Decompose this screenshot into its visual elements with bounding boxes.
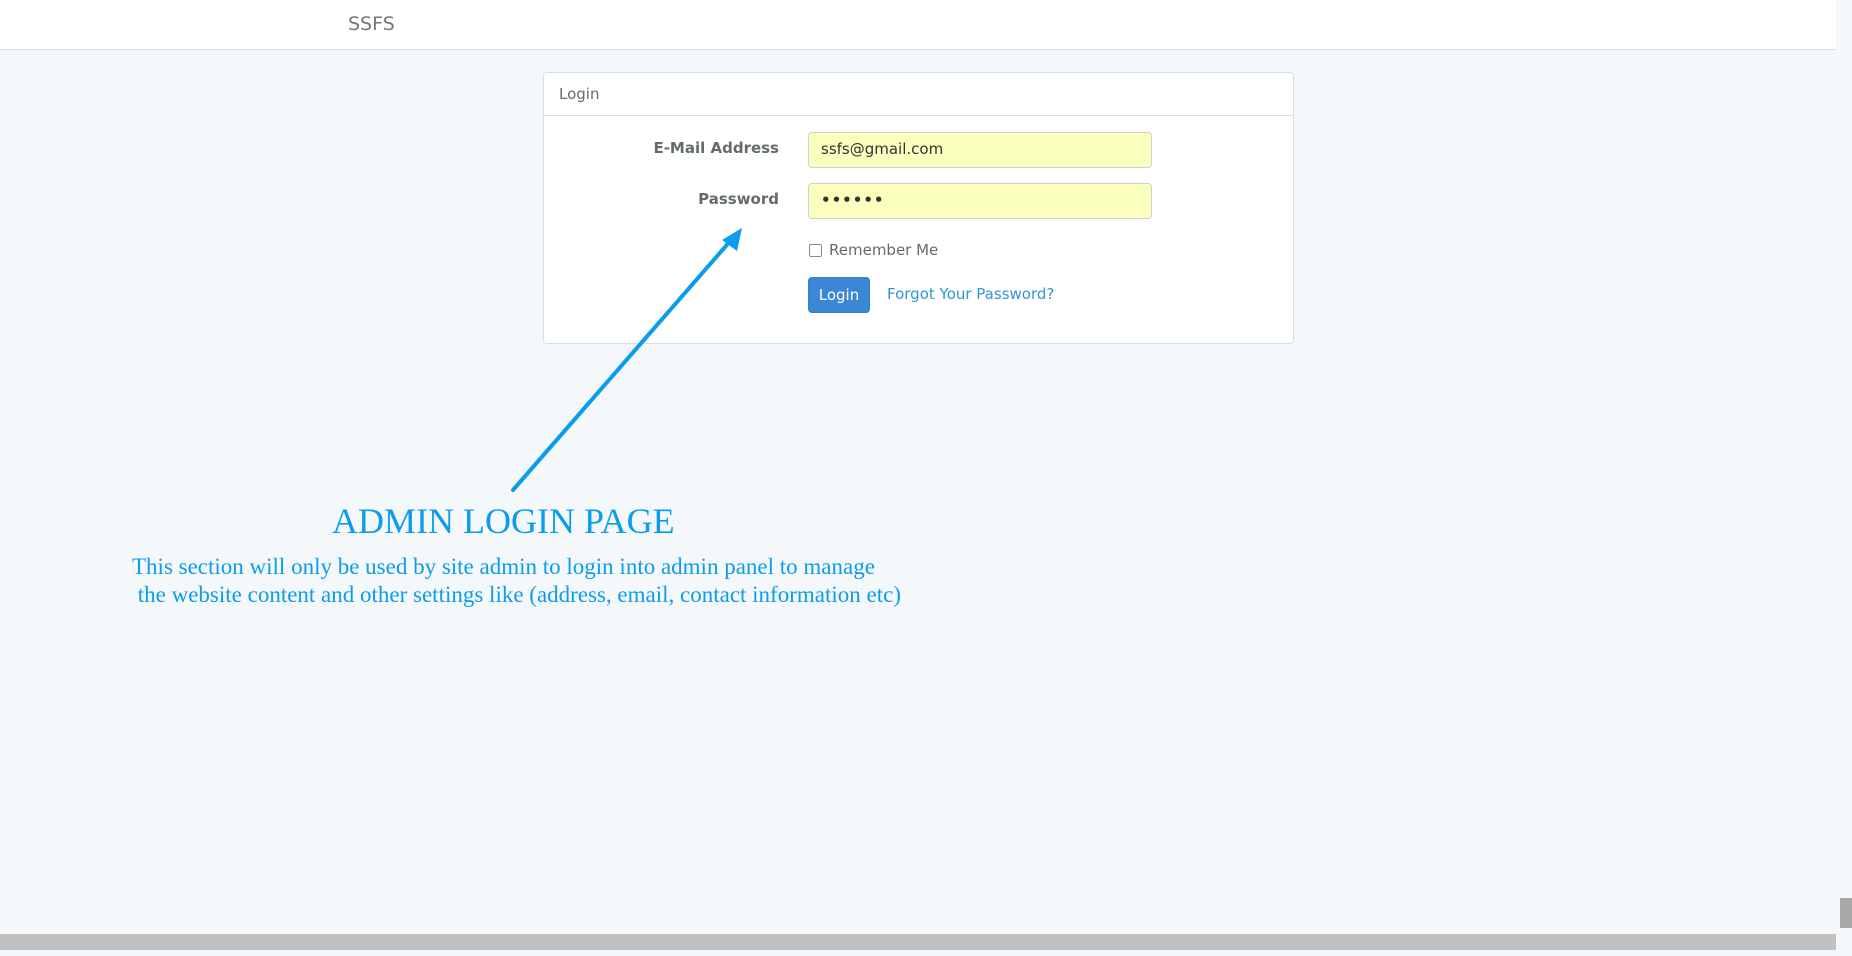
email-label: E-Mail Address xyxy=(653,139,779,157)
annotation-title: ADMIN LOGIN PAGE xyxy=(332,501,675,541)
remember-me-checkbox[interactable] xyxy=(809,244,822,257)
top-navbar: SSFS xyxy=(0,0,1836,50)
vertical-scrollbar[interactable] xyxy=(1836,0,1852,950)
panel-heading: Login xyxy=(544,73,1293,116)
vertical-scrollbar-thumb[interactable] xyxy=(1840,898,1852,928)
password-field[interactable]: •••••• xyxy=(808,183,1152,219)
annotation-description: This section will only be used by site a… xyxy=(132,554,901,607)
remember-me-label[interactable]: Remember Me xyxy=(829,241,938,259)
brand-link[interactable]: SSFS xyxy=(348,13,395,35)
forgot-password-link[interactable]: Forgot Your Password? xyxy=(887,285,1054,303)
password-label: Password xyxy=(698,190,779,208)
login-panel: Login E-Mail Address ssfs@gmail.com Pass… xyxy=(543,72,1294,344)
email-field[interactable]: ssfs@gmail.com xyxy=(808,132,1152,168)
login-button[interactable]: Login xyxy=(808,277,870,313)
horizontal-scrollbar[interactable] xyxy=(0,934,1836,950)
